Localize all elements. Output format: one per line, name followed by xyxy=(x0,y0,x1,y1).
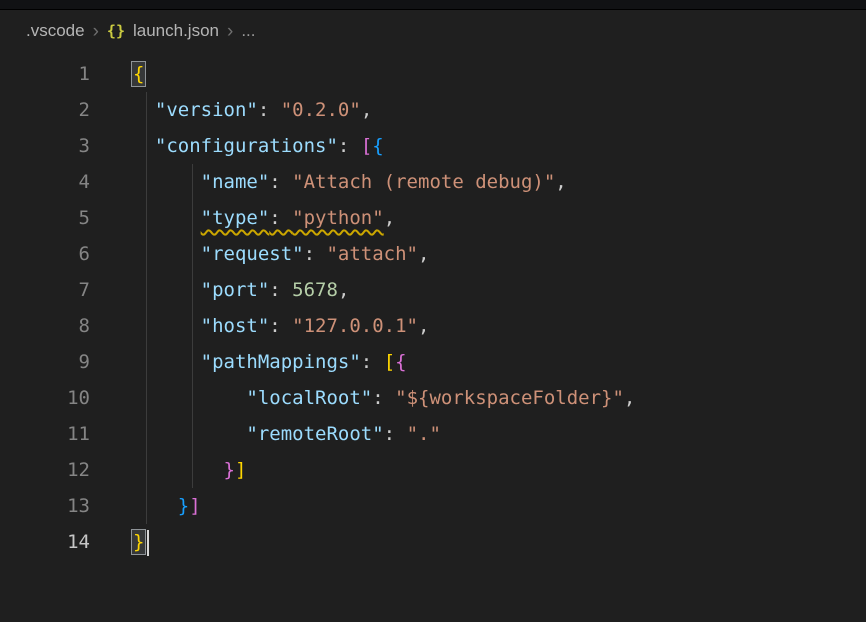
code-line-8[interactable]: "host": "127.0.0.1", xyxy=(132,308,635,344)
token-num: 5678 xyxy=(292,279,338,301)
token-pun: : xyxy=(258,99,281,121)
json-braces-icon: {} xyxy=(107,22,125,40)
code-line-2[interactable]: "version": "0.2.0", xyxy=(132,92,635,128)
line-number: 10 xyxy=(0,380,90,416)
line-number: 6 xyxy=(0,236,90,272)
indent-guide xyxy=(146,92,147,524)
bracket: [ xyxy=(384,351,395,373)
token-pun: , xyxy=(555,171,566,193)
bracket: ] xyxy=(189,495,200,517)
token-ws xyxy=(132,99,155,121)
token-pun: , xyxy=(418,243,429,265)
code-line-6[interactable]: "request": "attach", xyxy=(132,236,635,272)
token-key: "pathMappings" xyxy=(201,351,361,373)
token-pun: , xyxy=(624,387,635,409)
token-pun: : xyxy=(269,315,292,337)
line-number: 3 xyxy=(0,128,90,164)
line-number: 5 xyxy=(0,200,90,236)
line-number: 14 xyxy=(0,524,90,560)
token-ws xyxy=(132,423,246,445)
breadcrumb-item-symbol-picker[interactable]: ... xyxy=(241,21,255,41)
bracket: { xyxy=(372,135,383,157)
indent-guide xyxy=(192,164,193,488)
line-number: 9 xyxy=(0,344,90,380)
token-ws xyxy=(132,495,178,517)
token-key: "remoteRoot" xyxy=(246,423,383,445)
bracket-match: } xyxy=(132,530,145,554)
token-pun: : xyxy=(269,279,292,301)
token-ws xyxy=(132,207,201,229)
warning-squiggle: "type": "python" xyxy=(201,207,384,229)
bracket: [ xyxy=(361,135,372,157)
code-content[interactable]: { "version": "0.2.0", "configurations": … xyxy=(132,56,635,560)
tab-bar-edge xyxy=(0,0,866,10)
code-line-5[interactable]: "type": "python", xyxy=(132,200,635,236)
token-key: "request" xyxy=(201,243,304,265)
token-pun: : xyxy=(269,207,292,229)
breadcrumb: .vscode › {} launch.json › ... xyxy=(0,10,866,52)
code-line-12[interactable]: }] xyxy=(132,452,635,488)
token-pun: , xyxy=(338,279,349,301)
bracket: } xyxy=(178,495,189,517)
token-pun: : xyxy=(372,387,395,409)
line-number: 13 xyxy=(0,488,90,524)
line-number: 7 xyxy=(0,272,90,308)
token-pun: : xyxy=(384,423,407,445)
breadcrumb-item-launch-json[interactable]: launch.json xyxy=(133,21,219,41)
bracket: } xyxy=(224,459,235,481)
bracket-match: { xyxy=(132,62,145,86)
bracket: { xyxy=(395,351,406,373)
code-line-11[interactable]: "remoteRoot": "." xyxy=(132,416,635,452)
chevron-right-icon: › xyxy=(227,22,233,41)
line-number: 12 xyxy=(0,452,90,488)
code-line-3[interactable]: "configurations": [{ xyxy=(132,128,635,164)
chevron-right-icon: › xyxy=(93,22,99,41)
editor: 1234567891011121314 { "version": "0.2.0"… xyxy=(0,52,866,560)
token-ws xyxy=(132,387,246,409)
token-ws xyxy=(132,279,201,301)
token-key: "configurations" xyxy=(155,135,338,157)
token-str: "127.0.0.1" xyxy=(292,315,418,337)
bracket: ] xyxy=(235,459,246,481)
line-number: 1 xyxy=(0,56,90,92)
code-line-14[interactable]: } xyxy=(132,524,635,560)
token-pun: : xyxy=(361,351,384,373)
token-ws xyxy=(132,351,201,373)
code-line-1[interactable]: { xyxy=(132,56,635,92)
token-key: "version" xyxy=(155,99,258,121)
breadcrumb-item-vscode[interactable]: .vscode xyxy=(26,21,85,41)
token-ws xyxy=(132,315,201,337)
token-key: "name" xyxy=(201,171,270,193)
token-pun: : xyxy=(269,171,292,193)
token-str: "Attach (remote debug)" xyxy=(292,171,555,193)
line-number: 8 xyxy=(0,308,90,344)
gutter[interactable]: 1234567891011121314 xyxy=(0,56,90,560)
line-number: 4 xyxy=(0,164,90,200)
token-ws xyxy=(132,243,201,265)
token-key: "localRoot" xyxy=(246,387,372,409)
token-key: "host" xyxy=(201,315,270,337)
code-line-10[interactable]: "localRoot": "${workspaceFolder}", xyxy=(132,380,635,416)
token-pun: : xyxy=(338,135,361,157)
code-line-9[interactable]: "pathMappings": [{ xyxy=(132,344,635,380)
code-line-13[interactable]: }] xyxy=(132,488,635,524)
token-str: "attach" xyxy=(326,243,418,265)
line-number: 2 xyxy=(0,92,90,128)
token-str: "." xyxy=(407,423,441,445)
code-line-4[interactable]: "name": "Attach (remote debug)", xyxy=(132,164,635,200)
token-str: "python" xyxy=(292,207,384,229)
token-ws xyxy=(132,171,201,193)
text-cursor xyxy=(147,530,149,556)
code-line-7[interactable]: "port": 5678, xyxy=(132,272,635,308)
token-key: "type" xyxy=(201,207,270,229)
token-str: "${workspaceFolder}" xyxy=(395,387,624,409)
line-number: 11 xyxy=(0,416,90,452)
token-pun: : xyxy=(304,243,327,265)
token-pun: , xyxy=(418,315,429,337)
token-pun: , xyxy=(384,207,395,229)
token-key: "port" xyxy=(201,279,270,301)
token-str: "0.2.0" xyxy=(281,99,361,121)
token-ws xyxy=(132,135,155,157)
token-pun: , xyxy=(361,99,372,121)
